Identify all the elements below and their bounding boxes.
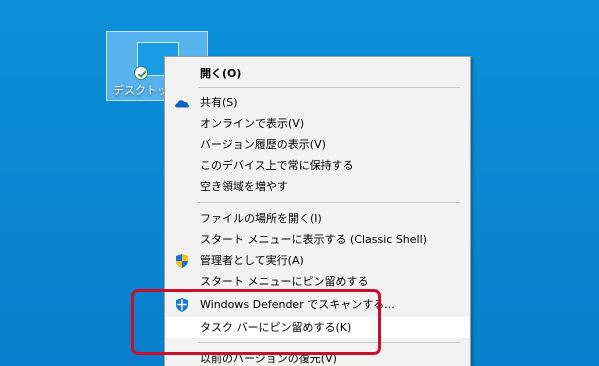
menu-item-label: 空き領域を増やす [200,180,288,193]
menu-item-free-space[interactable]: 空き領域を増やす [166,176,469,197]
sync-status-check-icon [134,66,148,80]
menu-separator [198,87,460,88]
menu-item-label: このデバイス上で常に保持する [200,159,354,172]
red-highlight-box [131,289,381,355]
menu-item-share[interactable]: 共有(S) [166,92,469,113]
menu-item-label: スタート メニューに表示する (Classic Shell) [200,233,427,246]
menu-item-run-as-admin[interactable]: 管理者として実行(A) [166,250,469,271]
menu-item-view-online[interactable]: オンラインで表示(V) [166,113,469,134]
menu-item-open-location[interactable]: ファイルの場所を開く(I) [166,208,469,229]
menu-separator [198,202,460,203]
menu-item-version-history[interactable]: バージョン履歴の表示(V) [166,134,469,155]
uac-shield-icon [174,253,190,269]
menu-item-open[interactable]: 開く(O) [166,63,469,84]
menu-item-show-in-start[interactable]: スタート メニューに表示する (Classic Shell) [166,229,469,250]
menu-item-label: 開く(O) [200,67,242,80]
menu-item-label: オンラインで表示(V) [200,117,305,130]
menu-item-label: ファイルの場所を開く(I) [200,212,322,225]
menu-item-label: バージョン履歴の表示(V) [200,138,326,151]
onedrive-cloud-icon [174,95,190,111]
menu-item-label: 共有(S) [200,96,238,109]
menu-item-always-keep[interactable]: このデバイス上で常に保持する [166,155,469,176]
menu-item-label: 管理者として実行(A) [200,254,304,267]
